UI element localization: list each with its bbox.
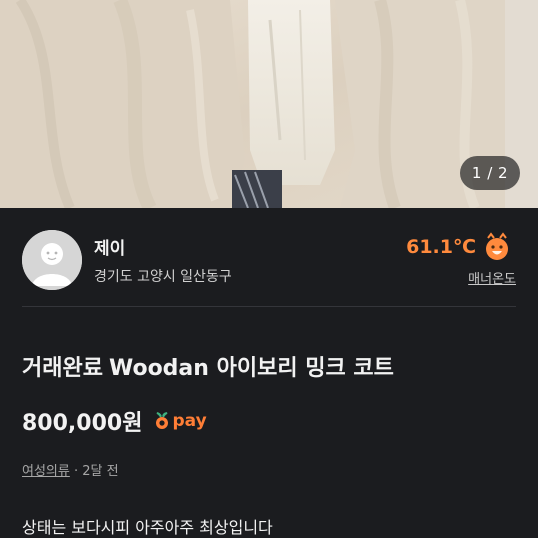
meta-separator: · xyxy=(69,464,83,479)
item-title: 거래완료 Woodan 아이보리 밍크 코트 xyxy=(22,350,394,382)
seller-profile[interactable]: 제이 경기도 고양시 일산동구 61.1℃ 매너온도 xyxy=(0,208,538,306)
manner-emoji-icon xyxy=(486,232,508,260)
carrot-pay-icon xyxy=(156,412,169,429)
avatar[interactable] xyxy=(22,230,82,290)
product-detail-page: 1 / 2 제이 경기도 고양시 일산동구 61.1℃ 매너온도 거래완료 Wo… xyxy=(0,0,538,538)
trade-status: 거래완료 xyxy=(22,356,103,381)
item-meta: 여성의류 · 2달 전 xyxy=(22,460,119,479)
seller-name[interactable]: 제이 xyxy=(94,234,125,259)
divider xyxy=(22,306,516,307)
seller-location: 경기도 고양시 일산동구 xyxy=(94,269,232,285)
item-name: Woodan 아이보리 밍크 코트 xyxy=(108,356,394,381)
product-photo xyxy=(0,0,538,208)
posted-time: 2달 전 xyxy=(82,464,119,479)
manner-temperature: 61.1℃ xyxy=(406,236,476,258)
photo-counter: 1 / 2 xyxy=(460,156,520,190)
price-row: 800,000원 pay xyxy=(22,404,207,438)
default-avatar-icon xyxy=(22,230,82,290)
item-description: 상태는 보다시피 아주아주 최상입니다 xyxy=(22,518,273,537)
manner-temperature-link[interactable]: 매너온도 xyxy=(468,268,516,287)
product-photo-carousel[interactable]: 1 / 2 xyxy=(0,0,538,208)
pay-label: pay xyxy=(172,411,207,431)
pay-badge: pay xyxy=(154,411,207,431)
item-price: 800,000원 xyxy=(22,411,143,436)
item-category-link[interactable]: 여성의류 xyxy=(22,464,70,479)
